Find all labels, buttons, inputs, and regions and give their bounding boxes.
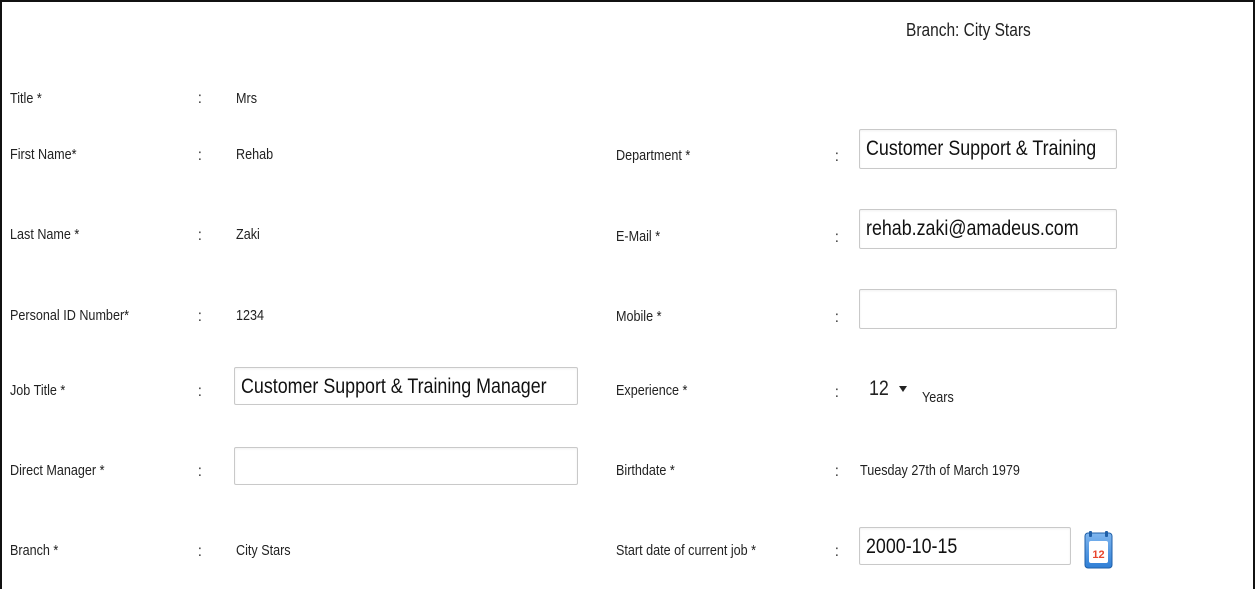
birthdate-value: Tuesday 27th of March 1979 [860,462,1020,479]
last-name-label: Last Name * [10,226,80,243]
experience-colon: : [835,384,839,401]
job-title-colon: : [198,383,202,400]
department-colon: : [835,148,839,165]
last-name-value: Zaki [236,226,260,243]
branch-heading: Branch: City Stars [906,20,1031,40]
experience-unit: Years [922,389,954,406]
email-input-value: rehab.zaki@amadeus.com [866,217,1079,240]
first-name-label: First Name* [10,146,77,163]
calendar-day-number: 12 [1092,549,1104,561]
personal-id-value: 1234 [236,307,265,324]
mobile-label: Mobile * [616,308,662,325]
department-input-value: Customer Support & Training [866,137,1097,160]
branch-colon: : [198,543,202,560]
personal-id-colon: : [198,308,202,325]
start-date-input-value: 2000-10-15 [866,535,958,558]
email-input[interactable]: rehab.zaki@amadeus.com [859,209,1117,249]
start-date-label: Start date of current job * [616,542,757,559]
mobile-colon: : [835,309,839,326]
last-name-colon: : [198,227,202,244]
birthdate-label: Birthdate * [616,462,675,479]
job-title-input-value: Customer Support & Training Manager [241,375,547,398]
branch-value: City Stars [236,542,291,559]
birthdate-colon: : [835,463,839,480]
title-label: Title * [10,90,42,107]
calendar-icon[interactable]: 12 [1084,530,1114,570]
title-colon: : [198,90,202,107]
dropdown-arrow-icon [899,386,907,392]
department-label: Department * [616,147,691,164]
branch-label: Branch * [10,542,59,559]
start-date-colon: : [835,543,839,560]
direct-manager-label: Direct Manager * [10,462,105,479]
first-name-value: Rehab [236,146,274,163]
direct-manager-colon: : [198,463,202,480]
first-name-colon: : [198,147,202,164]
job-title-label: Job Title * [10,382,66,399]
email-colon: : [835,229,839,246]
mobile-input[interactable] [859,289,1117,329]
personal-id-label: Personal ID Number* [10,307,130,324]
experience-select[interactable]: 12 [860,370,920,408]
direct-manager-input[interactable] [234,447,578,485]
experience-label: Experience * [616,382,688,399]
title-value: Mrs [236,90,257,107]
email-label: E-Mail * [616,228,661,245]
job-title-input[interactable]: Customer Support & Training Manager [234,367,578,405]
start-date-input[interactable]: 2000-10-15 [859,527,1071,565]
experience-select-value: 12 [869,377,889,400]
department-input[interactable]: Customer Support & Training [859,129,1117,169]
